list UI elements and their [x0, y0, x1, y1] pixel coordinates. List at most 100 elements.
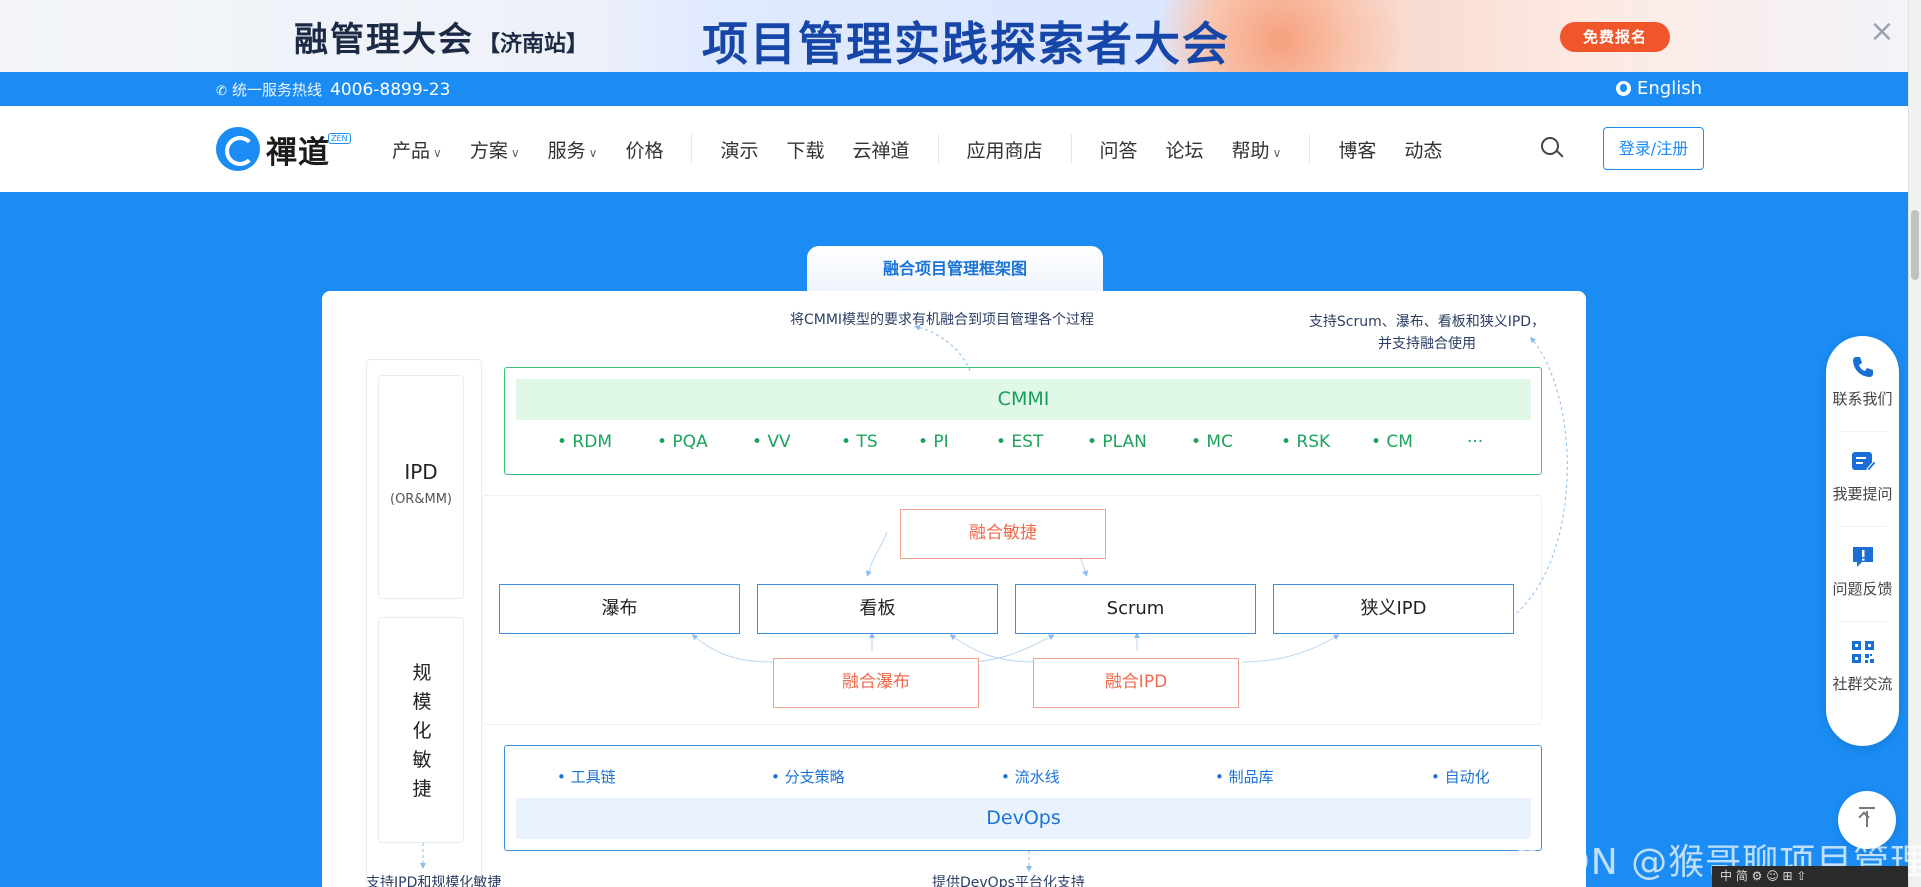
fusion-agile-box: 融合敏捷	[900, 509, 1106, 559]
fusion-waterfall-box: 融合瀑布	[773, 658, 979, 708]
side-item-feedback[interactable]: 问题反馈	[1826, 526, 1899, 621]
qrcode-icon	[1852, 641, 1874, 663]
method-waterfall: 瀑布	[499, 584, 740, 634]
ime-toolbar[interactable]: 中 简 ⚙ ☺ ⊞ ⇧	[1712, 866, 1908, 887]
nav-item-app-store[interactable]: 应用商店	[967, 136, 1043, 163]
nav-menu: 产品 ∨ 方案 ∨ 服务 ∨ 价格 演示 下载 云禅道 应用商店 问答 论坛 帮助 ∨ …	[392, 106, 1470, 192]
nav-item-download[interactable]: 下载	[786, 136, 824, 163]
globe-icon	[1616, 81, 1631, 96]
site-logo[interactable]: 禪道 ZEN	[216, 127, 351, 171]
devops-item: • 流水线	[1001, 768, 1060, 786]
chevron-down-icon: ∨	[1272, 145, 1282, 160]
devops-item: • 工具链	[557, 768, 616, 786]
nav-item-news[interactable]: 动态	[1404, 136, 1442, 163]
language-label: English	[1637, 78, 1702, 99]
devops-title: DevOps	[516, 798, 1531, 839]
cmmi-item: • EST	[996, 432, 1044, 452]
side-item-label: 社群交流	[1832, 675, 1893, 693]
devops-item: • 自动化	[1431, 768, 1490, 786]
agile-char: 模	[412, 691, 432, 713]
nav-item-solutions[interactable]: 方案 ∨	[470, 136, 520, 163]
nav-item-qa[interactable]: 问答	[1100, 136, 1138, 163]
cmmi-item: • VV	[752, 432, 791, 452]
top-info-bar: ✆ 统一服务热线 4006-8899-23 English	[0, 72, 1908, 106]
framework-diagram: 将CMMI模型的要求有机融合到项目管理各个过程 支持Scrum、瀑布、看板和狭义…	[322, 291, 1586, 887]
chevron-down-icon: ∨	[588, 145, 598, 160]
agile-char: 捷	[412, 778, 432, 800]
banner-signup-button[interactable]: 免费报名	[1560, 22, 1670, 52]
agile-char: 敏	[412, 749, 432, 771]
cmmi-item: • RDM	[557, 432, 613, 452]
cmmi-title: CMMI	[516, 379, 1531, 420]
agile-char: 规	[412, 662, 432, 684]
hotline-number: 4006-8899-23	[330, 80, 451, 100]
page-scrollbar[interactable]	[1908, 0, 1921, 887]
method-kanban: 看板	[757, 584, 998, 634]
nav-item-cloud[interactable]: 云禅道	[852, 136, 909, 163]
phone-icon: ✆	[216, 84, 227, 99]
nav-divider	[1309, 134, 1311, 164]
search-icon[interactable]	[1541, 137, 1565, 161]
ipd-box: IPD (OR&MM)	[378, 375, 464, 599]
cmmi-item: • PLAN	[1087, 432, 1147, 452]
devops-item: • 制品库	[1215, 768, 1274, 786]
hotline-label: 统一服务热线	[232, 81, 323, 99]
hotline: ✆ 统一服务热线 4006-8899-23	[216, 79, 450, 100]
side-item-contact[interactable]: 联系我们	[1826, 336, 1899, 431]
devops-block: • 工具链 • 分支策略 • 流水线 • 制品库 • 自动化 DevOps	[504, 745, 1542, 851]
question-icon	[1852, 452, 1876, 472]
bottom-note-mid: 提供DevOps平台化支持	[932, 875, 1085, 887]
nav-item-product[interactable]: 产品 ∨	[392, 136, 442, 163]
language-switch[interactable]: English	[1616, 78, 1702, 99]
nav-divider	[937, 134, 939, 164]
banner-station: 【济南站】	[478, 32, 589, 57]
cmmi-block: CMMI • RDM • PQA • VV • TS • PI • EST • …	[504, 367, 1542, 475]
nav-item-services[interactable]: 服务 ∨	[548, 136, 598, 163]
banner-close-icon[interactable]: ×	[1868, 17, 1896, 47]
note-cmmi: 将CMMI模型的要求有机融合到项目管理各个过程	[789, 312, 1095, 328]
note-support-line2: 并支持融合使用	[1378, 336, 1476, 352]
banner-title-left: 融管理大会	[294, 20, 474, 60]
nav-divider	[1070, 134, 1072, 164]
cmmi-item: • CM	[1371, 432, 1413, 452]
cmmi-item: • PQA	[657, 432, 708, 452]
logo-icon	[216, 127, 260, 171]
scaled-agile-box: 规 模 化 敏 捷	[378, 617, 464, 843]
diagram-tab-title: 融合项目管理框架图	[807, 246, 1103, 294]
cmmi-item: • PI	[918, 432, 949, 452]
chevron-down-icon: ∨	[510, 145, 520, 160]
side-item-label: 问题反馈	[1832, 580, 1893, 598]
nav-item-blog[interactable]: 博客	[1338, 136, 1376, 163]
side-item-community[interactable]: 社群交流	[1826, 621, 1899, 716]
scrollbar-thumb[interactable]	[1911, 210, 1919, 280]
side-item-label: 我要提问	[1832, 485, 1893, 503]
ipd-subtitle: (OR&MM)	[390, 492, 452, 507]
logo-badge: ZEN	[328, 132, 351, 144]
fusion-ipd-box: 融合IPD	[1033, 658, 1239, 708]
side-item-ask[interactable]: 我要提问	[1826, 431, 1899, 526]
chevron-down-icon: ∨	[433, 145, 442, 160]
agile-char: 化	[412, 720, 432, 742]
bottom-note-left: 支持IPD和规模化敏捷	[366, 875, 502, 887]
cmmi-item: • TS	[841, 432, 878, 452]
side-contact-widget: 联系我们 我要提问 问题反馈 社群交流	[1826, 336, 1899, 746]
nav-item-pricing[interactable]: 价格	[625, 136, 663, 163]
main-nav: 禪道 ZEN 产品 ∨ 方案 ∨ 服务 ∨ 价格 演示 下载 云禅道 应用商店 问答 …	[0, 106, 1908, 192]
nav-item-forum[interactable]: 论坛	[1166, 136, 1204, 163]
method-narrow-ipd: 狭义IPD	[1273, 584, 1514, 634]
devops-item: • 分支策略	[771, 768, 845, 786]
nav-divider	[691, 134, 693, 164]
promo-banner[interactable]: 融管理大会 【济南站】 项目管理实践探索者大会 免费报名 ×	[0, 0, 1921, 72]
note-support-line1: 支持Scrum、瀑布、看板和狭义IPD，	[1308, 314, 1546, 330]
logo-text: 禪道	[266, 134, 330, 171]
login-register-button[interactable]: 登录/注册	[1603, 127, 1704, 170]
method-scrum: Scrum	[1015, 584, 1256, 634]
nav-item-demo[interactable]: 演示	[720, 136, 758, 163]
phone-icon	[1853, 357, 1873, 377]
banner-title-main: 项目管理实践探索者大会	[702, 17, 1230, 71]
cmmi-item: ···	[1467, 432, 1484, 452]
feedback-icon	[1853, 547, 1873, 567]
nav-item-help[interactable]: 帮助 ∨	[1232, 136, 1282, 163]
side-item-label: 联系我们	[1832, 390, 1893, 408]
cmmi-item: • MC	[1191, 432, 1233, 452]
